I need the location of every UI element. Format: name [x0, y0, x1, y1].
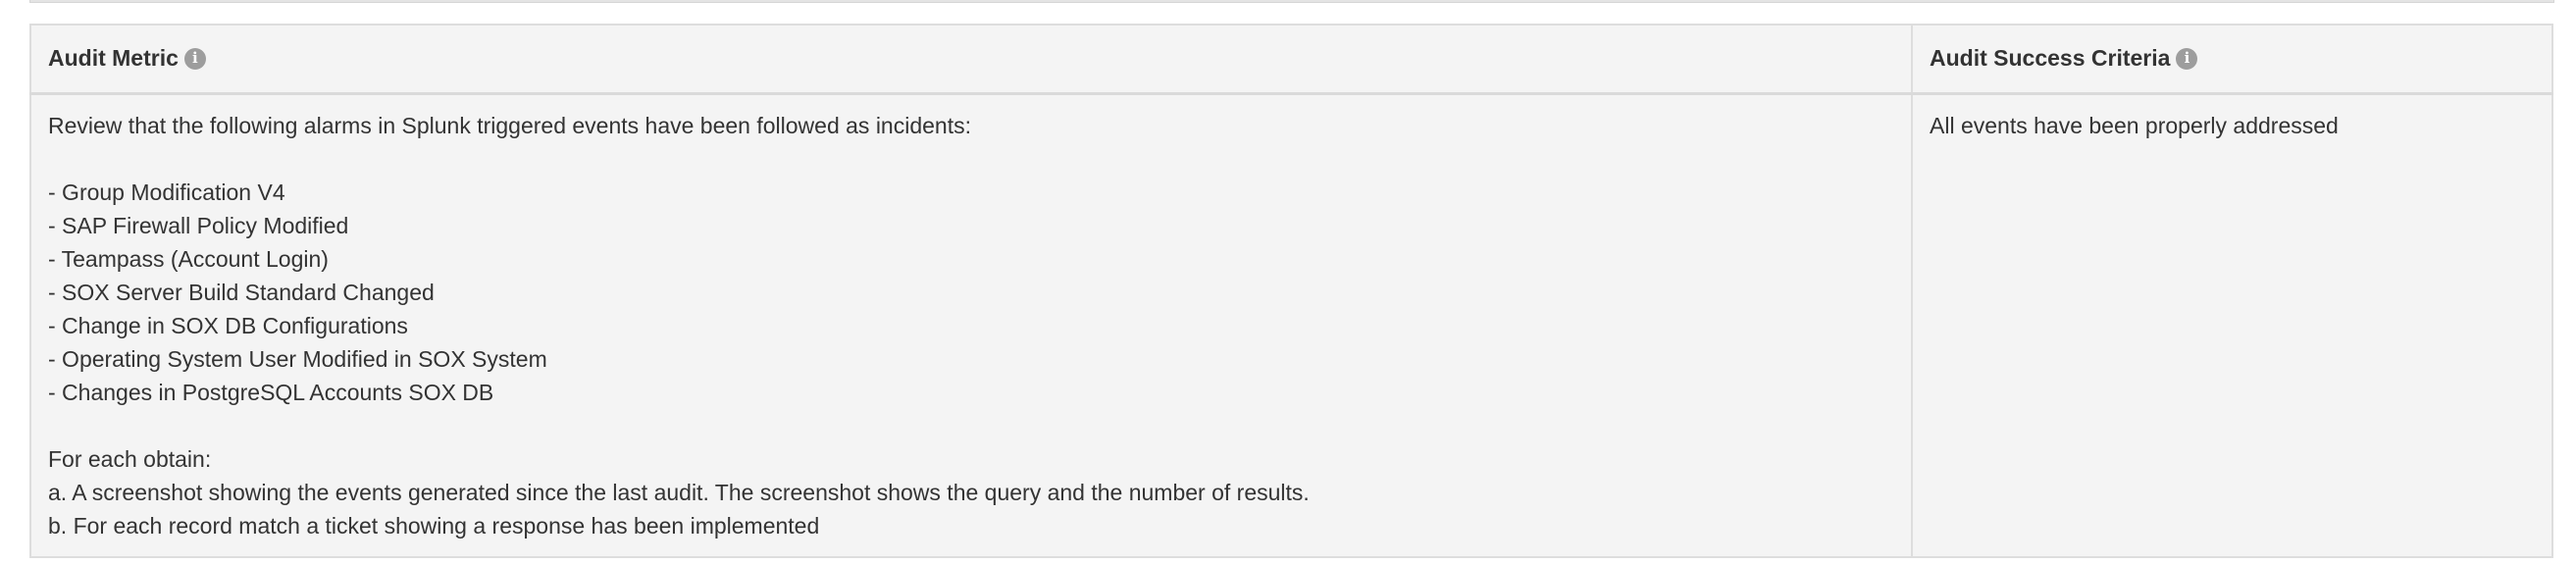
- audit-success-criteria-header: Audit Success Criteria i: [1911, 24, 2553, 95]
- metric-line: b. For each record match a ticket showin…: [48, 512, 820, 539]
- previous-panel-bottom-edge: [29, 0, 2554, 3]
- audit-success-criteria-cell: All events have been properly addressed: [1911, 92, 2553, 558]
- audit-metric-header: Audit Metric i: [29, 24, 1913, 95]
- metric-line: - Group Modification V4: [48, 179, 285, 205]
- metric-line: - Teampass (Account Login): [48, 245, 329, 272]
- audit-page: Audit Metric i Audit Success Criteria i …: [0, 0, 2576, 565]
- metric-line: - SAP Firewall Policy Modified: [48, 212, 349, 238]
- metric-line: - Operating System User Modified in SOX …: [48, 345, 547, 372]
- metric-line: - Changes in PostgreSQL Accounts SOX DB: [48, 379, 494, 405]
- table-row: Review that the following alarms in Splu…: [29, 92, 2553, 558]
- metric-line: Review that the following alarms in Splu…: [48, 112, 971, 138]
- criteria-text: All events have been properly addressed: [1930, 112, 2339, 138]
- metric-line: [48, 409, 1894, 442]
- audit-metric-cell: Review that the following alarms in Splu…: [29, 92, 1913, 558]
- metric-line: - SOX Server Build Standard Changed: [48, 279, 435, 305]
- metric-line: - Change in SOX DB Configurations: [48, 312, 408, 338]
- metric-line: a. A screenshot showing the events gener…: [48, 479, 1310, 505]
- info-icon[interactable]: i: [183, 47, 206, 70]
- metric-line: [48, 142, 1894, 176]
- audit-metric-header-label: Audit Metric: [48, 45, 179, 72]
- info-icon[interactable]: i: [2176, 47, 2198, 70]
- audit-success-criteria-header-label: Audit Success Criteria: [1930, 45, 2171, 72]
- metric-line: For each obtain:: [48, 445, 212, 472]
- audit-table: Audit Metric i Audit Success Criteria i …: [29, 24, 2553, 558]
- table-header-row: Audit Metric i Audit Success Criteria i: [29, 24, 2553, 95]
